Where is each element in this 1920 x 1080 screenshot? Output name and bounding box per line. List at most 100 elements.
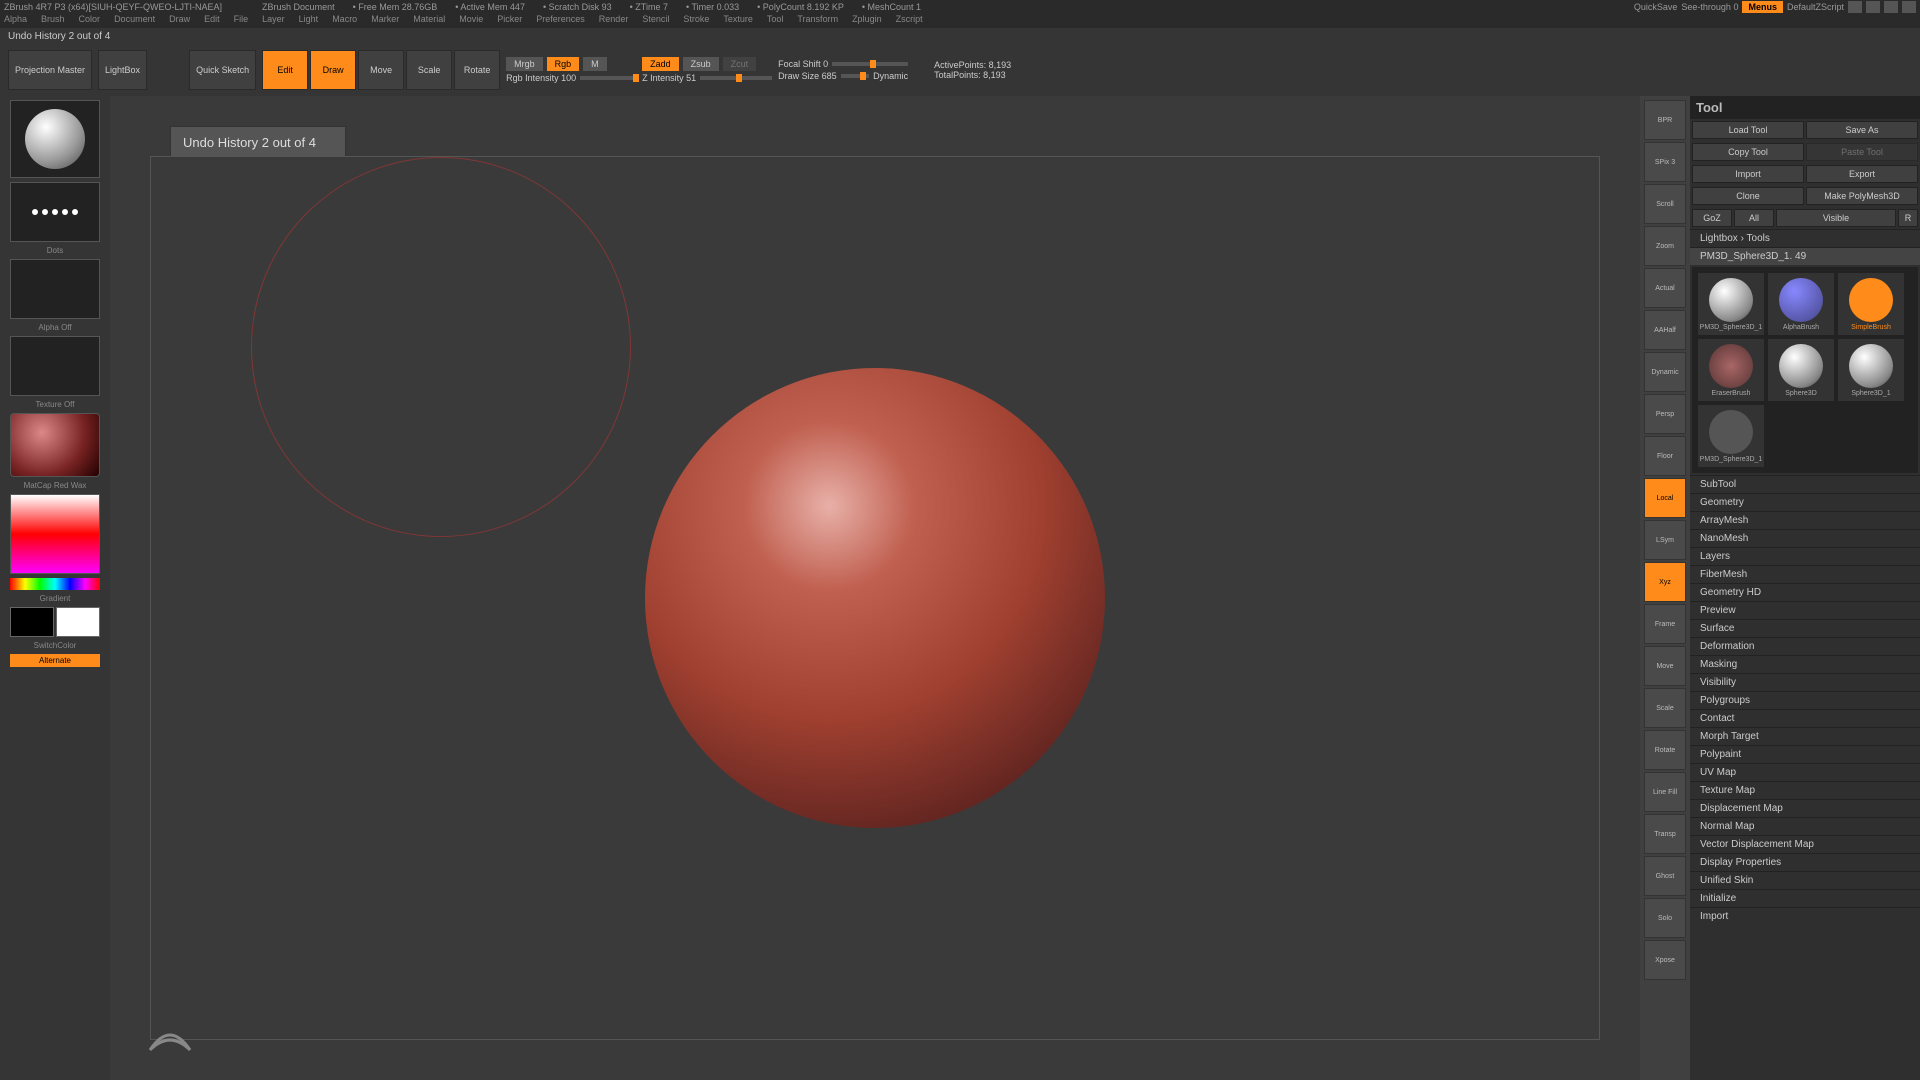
minimize-icon[interactable] bbox=[1848, 1, 1862, 13]
alternate-button[interactable]: Alternate bbox=[10, 654, 100, 667]
make-polymesh-button[interactable]: Make PolyMesh3D bbox=[1806, 187, 1918, 205]
focal-shift-label[interactable]: Focal Shift 0 bbox=[778, 59, 828, 69]
tool-preview[interactable] bbox=[10, 100, 100, 178]
mrgb-button[interactable]: Mrgb bbox=[506, 57, 543, 71]
menu-zplugin[interactable]: Zplugin bbox=[852, 14, 882, 28]
section-preview[interactable]: Preview bbox=[1690, 601, 1920, 619]
see-through-slider[interactable]: See-through 0 bbox=[1681, 2, 1738, 12]
quicksave-button[interactable]: QuickSave bbox=[1634, 2, 1678, 12]
menu-stencil[interactable]: Stencil bbox=[642, 14, 669, 28]
menu-material[interactable]: Material bbox=[413, 14, 445, 28]
thumb-eraserbrush[interactable]: EraserBrush bbox=[1698, 339, 1764, 401]
persp-button[interactable]: Persp bbox=[1644, 394, 1686, 434]
hue-strip[interactable] bbox=[10, 578, 100, 590]
zoom-button[interactable]: Zoom bbox=[1644, 226, 1686, 266]
section-surface[interactable]: Surface bbox=[1690, 619, 1920, 637]
section-normalmap[interactable]: Normal Map bbox=[1690, 817, 1920, 835]
section-visibility[interactable]: Visibility bbox=[1690, 673, 1920, 691]
thumb-pm3d-sphere[interactable]: PM3D_Sphere3D_1 bbox=[1698, 273, 1764, 335]
section-geometry[interactable]: Geometry bbox=[1690, 493, 1920, 511]
frame-button[interactable]: Frame bbox=[1644, 604, 1686, 644]
floor-button[interactable]: Floor bbox=[1644, 436, 1686, 476]
menu-layer[interactable]: Layer bbox=[262, 14, 285, 28]
canvas[interactable] bbox=[150, 156, 1600, 1040]
help-icon[interactable] bbox=[1884, 1, 1898, 13]
menu-tool[interactable]: Tool bbox=[767, 14, 784, 28]
export-button[interactable]: Export bbox=[1806, 165, 1918, 183]
goz-visible-button[interactable]: Visible bbox=[1776, 209, 1896, 227]
xpose-button[interactable]: Xpose bbox=[1644, 940, 1686, 980]
section-deformation[interactable]: Deformation bbox=[1690, 637, 1920, 655]
section-initialize[interactable]: Initialize bbox=[1690, 889, 1920, 907]
menu-edit[interactable]: Edit bbox=[204, 14, 220, 28]
switch-color-button[interactable]: SwitchColor bbox=[34, 641, 77, 650]
menu-preferences[interactable]: Preferences bbox=[536, 14, 585, 28]
scale-nav-button[interactable]: Scale bbox=[1644, 688, 1686, 728]
section-subtool[interactable]: SubTool bbox=[1690, 475, 1920, 493]
menu-light[interactable]: Light bbox=[299, 14, 319, 28]
section-unifiedskin[interactable]: Unified Skin bbox=[1690, 871, 1920, 889]
menu-draw[interactable]: Draw bbox=[169, 14, 190, 28]
edit-button[interactable]: Edit bbox=[262, 50, 308, 90]
spix-button[interactable]: SPix 3 bbox=[1644, 142, 1686, 182]
section-layers[interactable]: Layers bbox=[1690, 547, 1920, 565]
maximize-icon[interactable] bbox=[1866, 1, 1880, 13]
save-as-button[interactable]: Save As bbox=[1806, 121, 1918, 139]
section-geometryhd[interactable]: Geometry HD bbox=[1690, 583, 1920, 601]
projection-master-button[interactable]: Projection Master bbox=[8, 50, 92, 90]
section-morphtarget[interactable]: Morph Target bbox=[1690, 727, 1920, 745]
draw-size-label[interactable]: Draw Size 685 bbox=[778, 71, 837, 81]
material-preview[interactable] bbox=[10, 413, 100, 477]
copy-tool-button[interactable]: Copy Tool bbox=[1692, 143, 1804, 161]
linefill-button[interactable]: Line Fill bbox=[1644, 772, 1686, 812]
menu-picker[interactable]: Picker bbox=[497, 14, 522, 28]
rgb-button[interactable]: Rgb bbox=[547, 57, 580, 71]
dynamic-button[interactable]: Dynamic bbox=[1644, 352, 1686, 392]
quick-sketch-button[interactable]: Quick Sketch bbox=[189, 50, 256, 90]
section-nanomesh[interactable]: NanoMesh bbox=[1690, 529, 1920, 547]
menu-movie[interactable]: Movie bbox=[459, 14, 483, 28]
menu-alpha[interactable]: Alpha bbox=[4, 14, 27, 28]
thumb-sphere3d[interactable]: Sphere3D bbox=[1768, 339, 1834, 401]
scale-button[interactable]: Scale bbox=[406, 50, 452, 90]
section-vectordisplacement[interactable]: Vector Displacement Map bbox=[1690, 835, 1920, 853]
load-tool-button[interactable]: Load Tool bbox=[1692, 121, 1804, 139]
menu-file[interactable]: File bbox=[234, 14, 249, 28]
texture-swatch[interactable] bbox=[10, 336, 100, 396]
clone-button[interactable]: Clone bbox=[1692, 187, 1804, 205]
zcut-button[interactable]: Zcut bbox=[723, 57, 757, 71]
move-button[interactable]: Move bbox=[358, 50, 404, 90]
dynamic-label[interactable]: Dynamic bbox=[873, 71, 908, 81]
stroke-preview[interactable] bbox=[10, 182, 100, 242]
menu-macro[interactable]: Macro bbox=[332, 14, 357, 28]
menu-render[interactable]: Render bbox=[599, 14, 629, 28]
menu-transform[interactable]: Transform bbox=[797, 14, 838, 28]
lsym-button[interactable]: LSym bbox=[1644, 520, 1686, 560]
transp-button[interactable]: Transp bbox=[1644, 814, 1686, 854]
black-swatch[interactable] bbox=[10, 607, 54, 637]
section-polypaint[interactable]: Polypaint bbox=[1690, 745, 1920, 763]
menu-brush[interactable]: Brush bbox=[41, 14, 65, 28]
ghost-button[interactable]: Ghost bbox=[1644, 856, 1686, 896]
viewport[interactable]: Undo History 2 out of 4 2:59:11 PM July … bbox=[110, 96, 1640, 1080]
import-button[interactable]: Import bbox=[1692, 165, 1804, 183]
section-texturemap[interactable]: Texture Map bbox=[1690, 781, 1920, 799]
rotate-nav-button[interactable]: Rotate bbox=[1644, 730, 1686, 770]
menu-stroke[interactable]: Stroke bbox=[683, 14, 709, 28]
section-polygroups[interactable]: Polygroups bbox=[1690, 691, 1920, 709]
goz-r-button[interactable]: R bbox=[1898, 209, 1918, 227]
menu-marker[interactable]: Marker bbox=[371, 14, 399, 28]
section-masking[interactable]: Masking bbox=[1690, 655, 1920, 673]
section-fibermesh[interactable]: FiberMesh bbox=[1690, 565, 1920, 583]
sphere-mesh[interactable] bbox=[645, 368, 1105, 828]
thumb-alphabrush[interactable]: AlphaBrush bbox=[1768, 273, 1834, 335]
lightbox-tools-label[interactable]: Lightbox › Tools bbox=[1690, 229, 1920, 247]
close-icon[interactable] bbox=[1902, 1, 1916, 13]
thumb-pm3d-sphere-1[interactable]: PM3D_Sphere3D_1 bbox=[1698, 405, 1764, 467]
rgb-intensity-label[interactable]: Rgb Intensity 100 bbox=[506, 73, 576, 83]
local-button[interactable]: Local bbox=[1644, 478, 1686, 518]
draw-button[interactable]: Draw bbox=[310, 50, 356, 90]
white-swatch[interactable] bbox=[56, 607, 100, 637]
thumb-simplebrush[interactable]: SimpleBrush bbox=[1838, 273, 1904, 335]
rotate-button[interactable]: Rotate bbox=[454, 50, 500, 90]
